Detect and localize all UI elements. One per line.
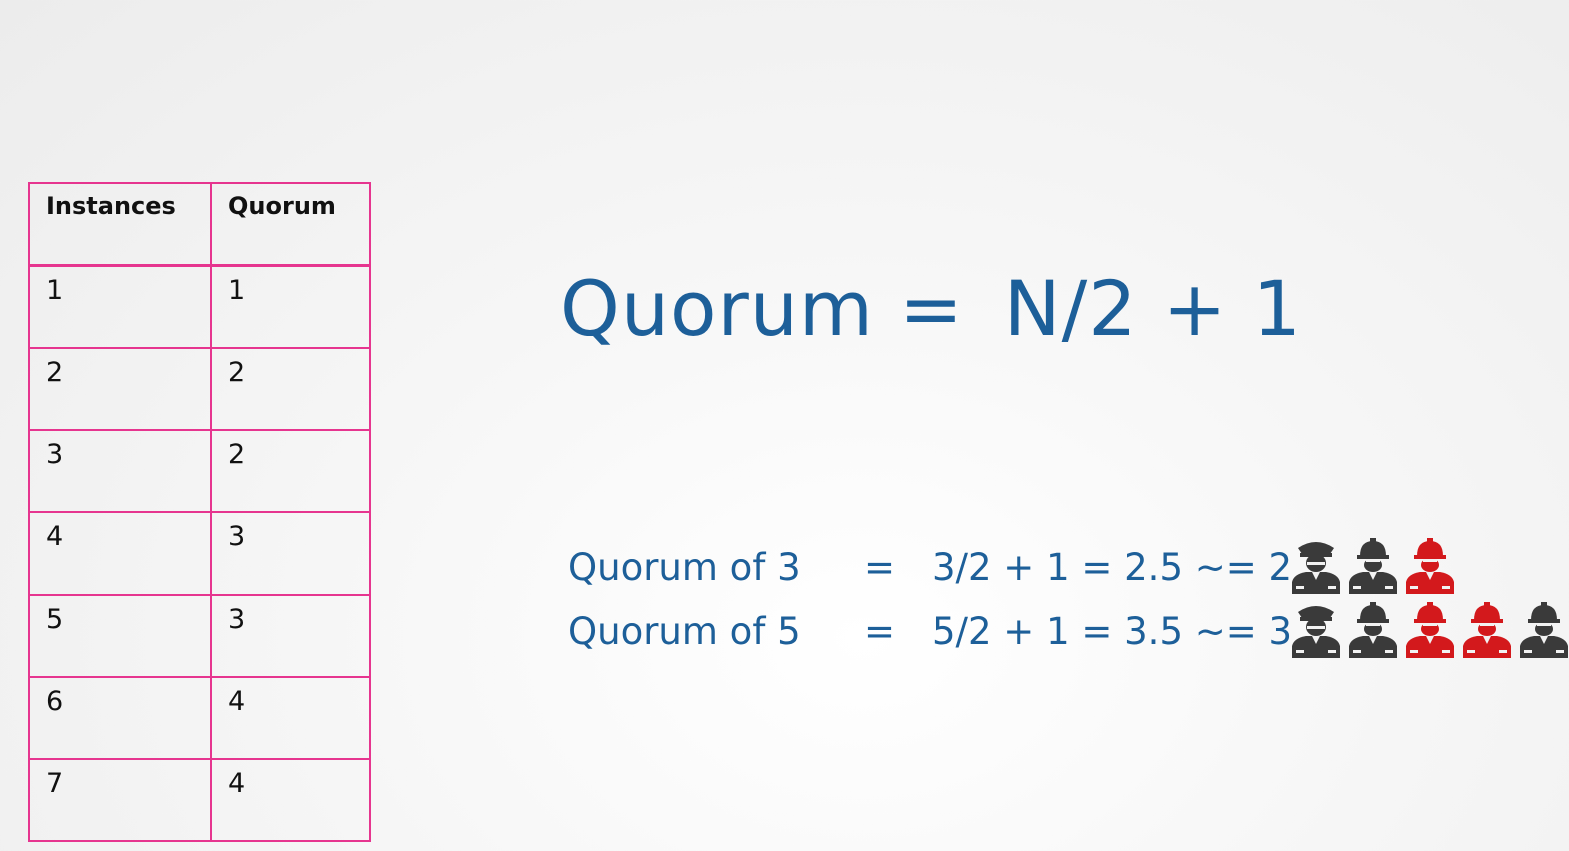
- table-row: 3 2: [28, 429, 371, 514]
- quorum-cell: 2: [210, 347, 371, 432]
- worker-icon: [1349, 602, 1397, 658]
- instances-cell: 6: [28, 675, 212, 760]
- worker-icon: [1463, 602, 1511, 658]
- example-equals: =: [864, 546, 896, 589]
- table-row: 1 1: [28, 264, 371, 350]
- quorum-formula: Quorum = N/2 + 1: [560, 264, 1302, 353]
- quorum-cell: 4: [210, 675, 371, 760]
- formula-right: N/2 + 1: [1003, 264, 1302, 353]
- instances-cell: 4: [28, 511, 212, 596]
- quorum-table: Instances Quorum 1 1 2 2 3 2 4 3 5 3 6 4: [28, 182, 371, 843]
- quorum-cell: 3: [210, 593, 371, 678]
- worker-icon: [1349, 538, 1397, 594]
- officer-icon: [1292, 542, 1340, 594]
- table-header-row: Instances Quorum: [28, 182, 371, 267]
- example-label: Quorum of 3: [568, 546, 801, 589]
- table-row: 6 4: [28, 675, 371, 760]
- example-label: Quorum of 5: [568, 610, 801, 653]
- example-calculation: 3/2 + 1 = 2.5 ~= 2: [932, 546, 1293, 589]
- table-row: 7 4: [28, 757, 371, 843]
- worker-icon: [1406, 538, 1454, 594]
- instances-cell: 2: [28, 347, 212, 432]
- formula-left: Quorum =: [560, 264, 964, 353]
- worker-icon: [1520, 602, 1568, 658]
- table-row: 4 3: [28, 511, 371, 596]
- table-row: 5 3: [28, 593, 371, 678]
- quorum-cell: 2: [210, 429, 371, 514]
- table-row: 2 2: [28, 347, 371, 432]
- column-header-instances: Instances: [28, 182, 212, 267]
- officer-icon: [1292, 606, 1340, 658]
- instances-cell: 5: [28, 593, 212, 678]
- instances-cell: 7: [28, 757, 212, 843]
- example-equals: =: [864, 610, 896, 653]
- quorum-cell: 1: [210, 264, 371, 350]
- quorum-cell: 3: [210, 511, 371, 596]
- quorum-cell: 4: [210, 757, 371, 843]
- example-quorum-of-5: Quorum of 5 = 5/2 + 1 = 3.5 ~= 3: [568, 600, 1568, 660]
- example-calculation: 5/2 + 1 = 3.5 ~= 3: [932, 610, 1293, 653]
- worker-icon: [1406, 602, 1454, 658]
- column-header-quorum: Quorum: [210, 182, 371, 267]
- instances-cell: 1: [28, 264, 212, 350]
- instances-cell: 3: [28, 429, 212, 514]
- example-quorum-of-3: Quorum of 3 = 3/2 + 1 = 2.5 ~= 2: [568, 536, 1568, 596]
